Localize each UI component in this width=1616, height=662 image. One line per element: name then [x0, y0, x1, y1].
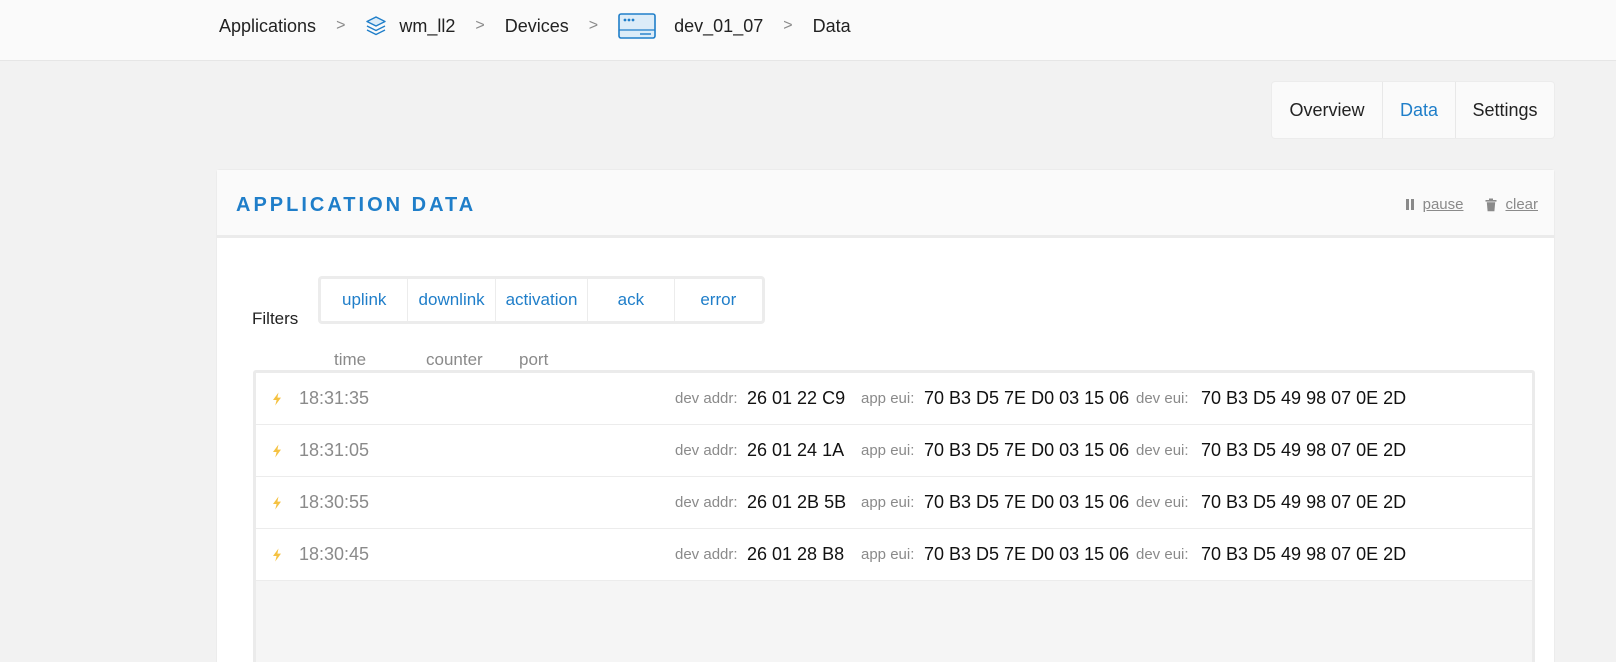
- pause-icon: [1405, 198, 1415, 211]
- dev-addr-value: 26 01 22 C9: [747, 388, 846, 408]
- lightning-bolt-icon: [272, 442, 282, 463]
- filters-label: Filters: [252, 309, 299, 328]
- header-actions: pause clear: [1383, 196, 1538, 213]
- clear-label: clear: [1505, 196, 1538, 213]
- tab-settings[interactable]: Settings: [1456, 82, 1554, 138]
- message-time: 18:31:05: [299, 440, 370, 460]
- dev-eui-value: 70 B3 D5 49 98 07 0E 2D: [1201, 388, 1407, 408]
- lightning-bolt-icon: [272, 546, 282, 567]
- tab-overview[interactable]: Overview: [1272, 82, 1383, 138]
- tab-data[interactable]: Data: [1383, 82, 1456, 138]
- message-time: 18:30:45: [299, 544, 370, 564]
- breadcrumb-separator: >: [475, 17, 485, 34]
- app-eui-label: app eui:: [861, 546, 915, 563]
- app-eui-value: 70 B3 D5 7E D0 03 15 06: [924, 492, 1130, 512]
- top-bar: Applications > wm_ll2 > Devices > dev_01…: [0, 0, 1616, 61]
- panel-header: APPLICATION DATA pause clear: [217, 170, 1554, 238]
- filter-group: uplink downlink activation ack error: [318, 276, 765, 324]
- panel-title: APPLICATION DATA: [236, 194, 477, 216]
- dev-eui-label: dev eui:: [1136, 442, 1189, 459]
- breadcrumb-applications[interactable]: Applications: [219, 16, 316, 37]
- dev-eui-label: dev eui:: [1136, 494, 1189, 511]
- device-tabs: Overview Data Settings: [1272, 82, 1554, 138]
- dev-eui-value: 70 B3 D5 49 98 07 0E 2D: [1201, 440, 1407, 460]
- layers-icon: [365, 15, 387, 37]
- device-icon: [618, 13, 656, 39]
- dev-addr-label: dev addr:: [675, 494, 738, 511]
- app-eui-value: 70 B3 D5 7E D0 03 15 06: [924, 388, 1130, 408]
- breadcrumb-devices[interactable]: Devices: [505, 16, 569, 37]
- breadcrumb-separator: >: [783, 17, 793, 34]
- column-header-counter[interactable]: counter: [426, 350, 483, 370]
- message-time: 18:30:55: [299, 492, 370, 512]
- dev-eui-value: 70 B3 D5 49 98 07 0E 2D: [1201, 544, 1407, 564]
- trash-icon: [1485, 198, 1497, 212]
- filter-activation[interactable]: activation: [496, 279, 589, 321]
- app-eui-label: app eui:: [861, 442, 915, 459]
- filter-uplink[interactable]: uplink: [321, 279, 409, 321]
- message-row[interactable]: 18:31:35 dev addr: 26 01 22 C9 app eui: …: [256, 373, 1532, 425]
- app-eui-value: 70 B3 D5 7E D0 03 15 06: [924, 440, 1130, 460]
- breadcrumb-separator: >: [336, 17, 346, 34]
- filter-error[interactable]: error: [675, 279, 762, 321]
- breadcrumb-app[interactable]: wm_ll2: [365, 15, 455, 37]
- pause-button[interactable]: pause: [1405, 196, 1464, 213]
- message-list[interactable]: 18:31:35 dev addr: 26 01 22 C9 app eui: …: [253, 370, 1535, 662]
- app-eui-label: app eui:: [861, 390, 915, 407]
- breadcrumb-device[interactable]: dev_01_07: [618, 13, 763, 39]
- dev-eui-value: 70 B3 D5 49 98 07 0E 2D: [1201, 492, 1407, 512]
- dev-addr-label: dev addr:: [675, 442, 738, 459]
- message-row[interactable]: 18:30:45 dev addr: 26 01 28 B8 app eui: …: [256, 529, 1532, 581]
- dev-addr-label: dev addr:: [675, 546, 738, 563]
- dev-eui-label: dev eui:: [1136, 546, 1189, 563]
- dev-addr-value: 26 01 24 1A: [747, 440, 845, 460]
- breadcrumb-data: Data: [812, 15, 851, 36]
- message-time: 18:31:35: [299, 388, 370, 408]
- pause-label: pause: [1422, 196, 1464, 213]
- dev-addr-value: 26 01 2B 5B: [747, 492, 847, 512]
- filter-ack[interactable]: ack: [588, 279, 675, 321]
- dev-addr-value: 26 01 28 B8: [747, 544, 845, 564]
- dev-eui-label: dev eui:: [1136, 390, 1189, 407]
- filter-downlink[interactable]: downlink: [408, 279, 496, 321]
- application-data-panel: APPLICATION DATA pause clear Filters upl…: [217, 170, 1554, 662]
- lightning-bolt-icon: [272, 494, 282, 515]
- clear-button[interactable]: clear: [1485, 196, 1538, 213]
- lightning-bolt-icon: [272, 390, 282, 411]
- column-header-time[interactable]: time: [334, 350, 366, 370]
- dev-addr-label: dev addr:: [675, 390, 738, 407]
- breadcrumb-separator: >: [588, 17, 599, 34]
- message-row[interactable]: 18:31:05 dev addr: 26 01 24 1A app eui: …: [256, 425, 1532, 477]
- app-eui-label: app eui:: [861, 494, 915, 511]
- breadcrumb: Applications > wm_ll2 > Devices > dev_01…: [219, 0, 851, 52]
- column-header-port[interactable]: port: [519, 350, 548, 370]
- app-eui-value: 70 B3 D5 7E D0 03 15 06: [924, 544, 1130, 564]
- message-row[interactable]: 18:30:55 dev addr: 26 01 2B 5B app eui: …: [256, 477, 1532, 529]
